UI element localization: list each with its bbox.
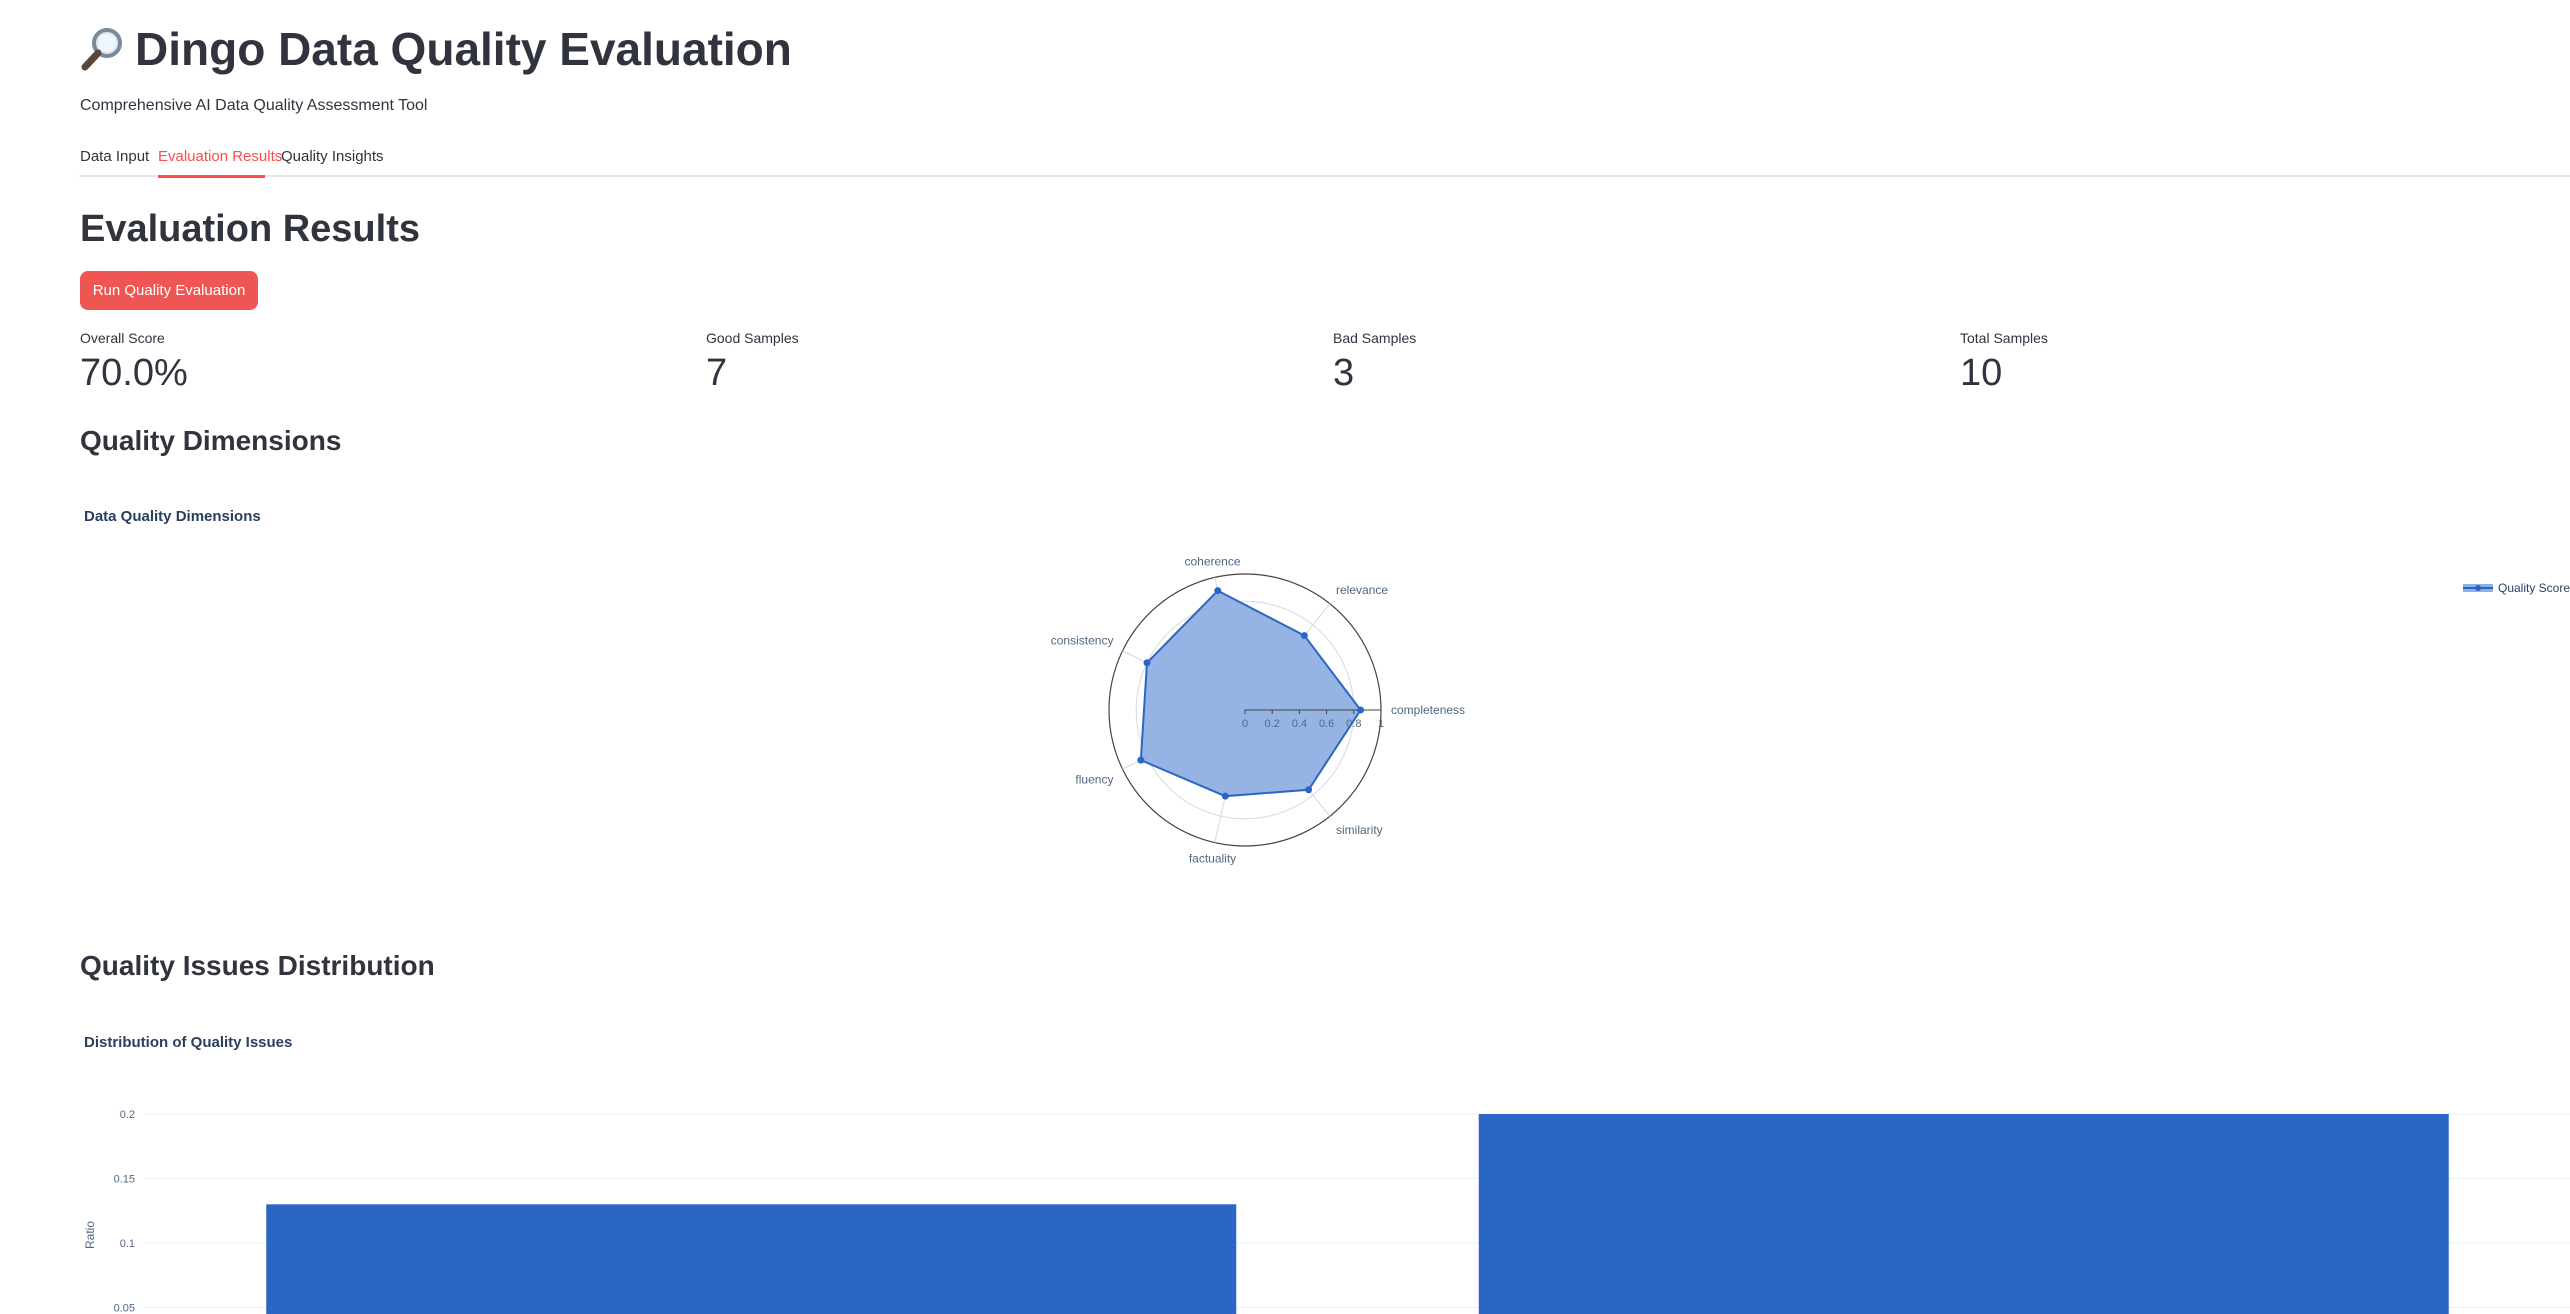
radar-category-label: consistency — [1051, 634, 1114, 648]
metric-value: 70.0% — [80, 352, 188, 394]
legend-label: Quality Score — [2498, 581, 2570, 595]
radar-tick-label: 0.4 — [1292, 718, 1307, 730]
quality-dimensions-heading: Quality Dimensions — [80, 425, 342, 456]
run-quality-evaluation-button[interactable]: Run Quality Evaluation — [80, 271, 258, 310]
metric-bad-samples: Bad Samples 3 — [1333, 330, 1416, 395]
radar-category-label: completeness — [1391, 703, 1465, 717]
radar-point[interactable] — [1221, 792, 1229, 800]
radar-chart[interactable]: 0 0.2 0.4 0.6 0.8 1 completeness relevance coher… — [1000, 530, 1500, 890]
app-subtitle: Comprehensive AI Data Quality Assessment… — [80, 97, 428, 114]
page: Dingo Data Quality Evaluation Comprehens… — [0, 0, 2570, 1314]
radar-chart-title: Data Quality Dimensions — [84, 508, 261, 525]
evaluation-results-heading: Evaluation Results — [80, 208, 420, 250]
radar-legend[interactable]: Quality Score — [2455, 578, 2570, 600]
bar-y-tick-label: 0.2 — [120, 1109, 135, 1121]
radar-series-area[interactable] — [1139, 589, 1362, 798]
bar-y-tick-label: 0.05 — [114, 1303, 135, 1314]
bar-y-tick-label: 0.1 — [120, 1238, 135, 1250]
bar-chart[interactable]: 0.05 0.1 0.15 0.2 Ratio — [0, 1080, 2570, 1314]
radar-tick-label: 1 — [1378, 718, 1384, 730]
metric-total-samples: Total Samples 10 — [1960, 330, 2048, 395]
metric-label: Good Samples — [706, 330, 799, 346]
legend-marker — [2475, 585, 2481, 591]
bar-y-axis-label: Ratio — [83, 1221, 97, 1249]
tab-quality-insights[interactable]: Quality Insights — [281, 148, 384, 165]
radar-point[interactable] — [1143, 659, 1151, 667]
radar-point[interactable] — [1300, 632, 1308, 640]
bar[interactable] — [266, 1204, 1237, 1314]
metric-value: 10 — [1960, 352, 2003, 394]
radar-category-label: relevance — [1336, 583, 1388, 597]
radar-point[interactable] — [1305, 786, 1313, 794]
metric-overall-score: Overall Score 70.0% — [80, 330, 188, 395]
metric-value: 7 — [706, 352, 728, 394]
tab-bar-divider — [79, 175, 2570, 177]
radar-category-label: fluency — [1075, 772, 1113, 786]
bar[interactable] — [1478, 1114, 2449, 1314]
metric-good-samples: Good Samples 7 — [706, 330, 799, 395]
radar-tick-label: 0.6 — [1319, 718, 1334, 730]
radar-point[interactable] — [1137, 756, 1145, 764]
bar-chart-title: Distribution of Quality Issues — [84, 1034, 293, 1051]
active-tab-indicator — [158, 175, 265, 178]
bar-y-tick-label: 0.15 — [114, 1174, 135, 1186]
radar-point[interactable] — [1357, 706, 1365, 714]
metric-value: 3 — [1333, 352, 1355, 394]
radar-tick-label: 0 — [1242, 718, 1248, 730]
radar-category-label: coherence — [1184, 555, 1240, 569]
radar-tick-label: 0.2 — [1265, 718, 1280, 730]
magnifier-icon — [81, 28, 122, 71]
metric-label: Overall Score — [80, 330, 165, 346]
metric-label: Bad Samples — [1333, 330, 1417, 346]
metric-label: Total Samples — [1960, 330, 2048, 346]
radar-category-label: factuality — [1189, 851, 1236, 865]
radar-tick-label: 0.8 — [1346, 718, 1361, 730]
app-title-text: Dingo Data Quality Evaluation — [135, 23, 792, 75]
quality-issues-heading: Quality Issues Distribution — [80, 950, 435, 981]
app-title: Dingo Data Quality Evaluation — [79, 22, 792, 76]
tab-evaluation-results[interactable]: Evaluation Results — [158, 148, 282, 165]
radar-point[interactable] — [1214, 587, 1222, 595]
tab-data-input[interactable]: Data Input — [80, 148, 149, 165]
tab-bar: Data Input Evaluation Results Quality In… — [0, 140, 2570, 178]
radar-category-label: similarity — [1336, 823, 1383, 837]
